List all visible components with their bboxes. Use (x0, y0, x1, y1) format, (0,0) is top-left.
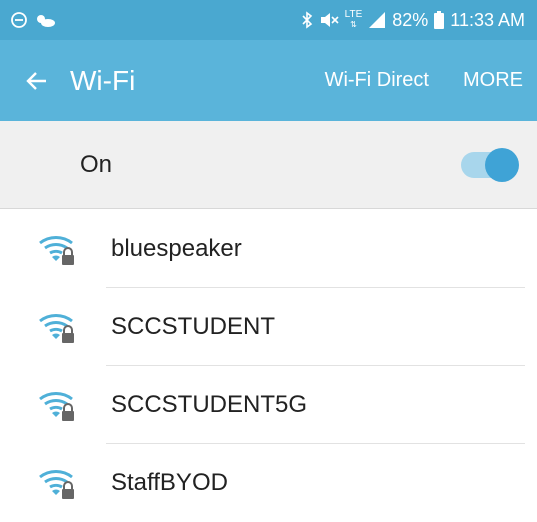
status-left (10, 11, 56, 29)
wifi-lock-icon (39, 314, 74, 343)
wifi-lock-icon (39, 470, 74, 499)
wifi-lock-icon (39, 236, 74, 265)
status-bar: LTE ⇅ 82% 11:33 AM (0, 0, 537, 40)
signal-icon (368, 11, 386, 29)
network-name: StaffBYOD (111, 469, 228, 496)
network-name: bluespeaker (111, 235, 242, 262)
wifi-toggle-switch[interactable] (461, 147, 519, 182)
switch-knob (485, 147, 519, 182)
network-name: SCCSTUDENT (111, 313, 276, 340)
network-item-staffbyod[interactable]: StaffBYOD (0, 444, 537, 522)
bluetooth-icon (301, 11, 313, 29)
weather-icon (34, 11, 56, 29)
network-item-sccstudent[interactable]: SCCSTUDENT (0, 288, 537, 366)
lte-icon: LTE ⇅ (345, 10, 363, 30)
wifi-toggle-label: On (80, 150, 113, 178)
data-arrows-glyph: ⇅ (350, 20, 357, 29)
network-name: SCCSTUDENT5G (111, 391, 308, 418)
battery-icon (434, 11, 445, 29)
network-type-label: LTE (344, 9, 363, 20)
network-item-bluespeaker[interactable]: bluespeaker (0, 210, 537, 288)
back-button[interactable] (26, 70, 48, 92)
mute-icon (319, 11, 339, 29)
wifi-toggle-row[interactable]: On (0, 121, 537, 209)
back-arrow-icon (26, 71, 46, 90)
status-time: 11:33 AM (450, 9, 525, 30)
wifi-direct-button[interactable]: Wi-Fi Direct (325, 69, 429, 92)
wifi-lock-icon (39, 392, 74, 421)
battery-percent: 82% (392, 9, 429, 30)
status-right: LTE ⇅ 82% 11:33 AM (301, 10, 525, 31)
more-button[interactable]: MORE (463, 69, 523, 92)
page-title: Wi-Fi (70, 64, 136, 96)
network-list: bluespeaker SCCSTUDENT SCCSTUDENT5G Staf… (0, 210, 537, 522)
app-bar: Wi-Fi Wi-Fi Direct MORE (0, 40, 537, 121)
network-item-sccstudent5g[interactable]: SCCSTUDENT5G (0, 366, 537, 444)
minus-circle-icon (10, 11, 28, 29)
